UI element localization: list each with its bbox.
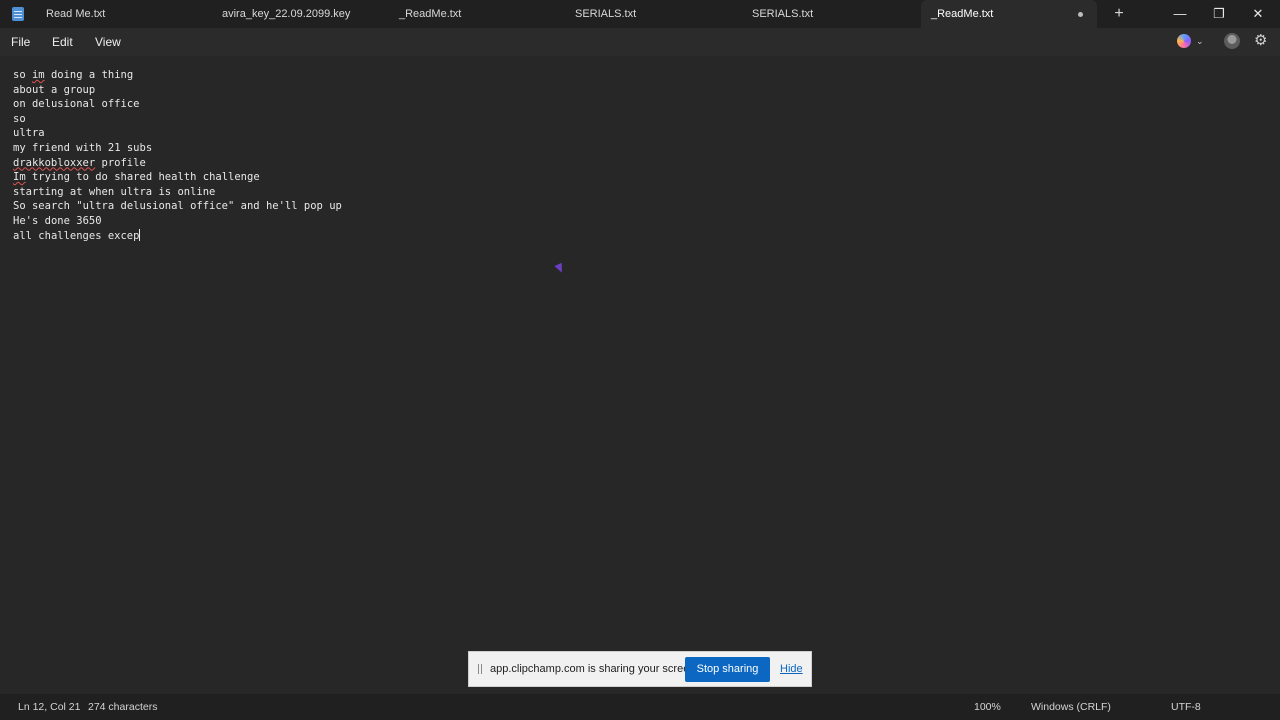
text-line-content: drakkobloxxer profile (13, 156, 146, 169)
text-line: ultra (13, 126, 342, 141)
drag-handle-icon[interactable] (478, 664, 482, 674)
copilot-icon[interactable] (1177, 34, 1191, 48)
text-line: so (13, 112, 342, 127)
text-caret (139, 228, 141, 241)
tab-label: _ReadMe.txt (399, 8, 462, 20)
notepad-icon (12, 7, 24, 21)
tab-serials-2[interactable]: SERIALS.txt (752, 0, 912, 28)
minimize-button[interactable]: — (1160, 0, 1200, 28)
text-line-content: He's done 3650 (13, 214, 102, 227)
tab-label: _ReadMe.txt (931, 8, 994, 20)
text-line: so im doing a thing (13, 68, 342, 83)
sharing-message: app.clipchamp.com is sharing your screen… (490, 663, 699, 675)
menu-edit[interactable]: Edit (52, 34, 73, 50)
menu-view[interactable]: View (95, 34, 121, 50)
chevron-down-icon[interactable]: ⌄ (1196, 33, 1204, 49)
tab-label: SERIALS.txt (575, 8, 637, 20)
new-tab-button[interactable]: + (1110, 4, 1128, 24)
editor-content[interactable]: so im doing a thing about a group on del… (13, 68, 342, 243)
text-line: So search "ultra delusional office" and … (13, 199, 342, 214)
misspelled-word: im (31, 69, 45, 81)
text-line-content: so (13, 112, 26, 125)
character-count: 274 characters (88, 701, 158, 713)
gear-icon[interactable]: ⚙ (1254, 32, 1267, 50)
text-line: He's done 3650 (13, 214, 342, 229)
text-line: my friend with 21 subs (13, 141, 342, 156)
tab-label: SERIALS.txt (752, 8, 814, 20)
text-line-content: Im trying to do shared health challenge (13, 171, 260, 184)
zoom-level[interactable]: 100% (974, 701, 1001, 714)
misspelled-word: Im (13, 171, 26, 184)
maximize-button[interactable]: ❐ (1199, 0, 1239, 28)
screen-sharing-bar: app.clipchamp.com is sharing your screen… (468, 651, 812, 687)
menu-bar: File Edit View (0, 28, 1280, 56)
text-line-content: So search "ultra delusional office" and … (13, 200, 342, 213)
tab-readme-underscore[interactable]: _ReadMe.txt (399, 0, 559, 28)
stop-sharing-button[interactable]: Stop sharing (685, 657, 770, 682)
encoding[interactable]: UTF-8 (1171, 701, 1201, 714)
line-ending[interactable]: Windows (CRLF) (1031, 701, 1111, 714)
title-bar: Read Me.txt avira_key_22.09.2099.key _Re… (0, 0, 1280, 28)
text-line: all challenges excep (13, 228, 342, 244)
tab-serials-1[interactable]: SERIALS.txt (575, 0, 735, 28)
text-line-content: ultra (13, 127, 45, 140)
close-button[interactable]: ✕ (1238, 0, 1278, 28)
unsaved-dot-icon[interactable] (1078, 12, 1083, 17)
tab-read-me[interactable]: Read Me.txt (46, 0, 206, 28)
text-line: about a group (13, 83, 342, 98)
text-line-content: my friend with 21 subs (13, 141, 153, 154)
text-line: on delusional office (13, 97, 342, 112)
menu-file[interactable]: File (11, 34, 30, 50)
text-line-content: on delusional office (13, 98, 140, 111)
text-editor[interactable]: so im doing a thing about a group on del… (0, 56, 1280, 694)
status-bar: Ln 12, Col 21 274 characters 100% Window… (0, 694, 1280, 720)
text-line: Im trying to do shared health challenge (13, 170, 342, 185)
text-line: drakkobloxxer profile (13, 156, 342, 171)
tab-label: avira_key_22.09.2099.key (222, 8, 351, 20)
hide-link[interactable]: Hide (780, 662, 803, 676)
text-line-content: about a group (13, 83, 96, 96)
text-line: starting at when ultra is online (13, 185, 342, 200)
tab-label: Read Me.txt (46, 8, 106, 20)
text-line-content: all challenges excep (13, 229, 140, 242)
text-line-content: starting at when ultra is online (13, 185, 216, 198)
avatar[interactable] (1224, 33, 1240, 49)
text-line-content: so im doing a thing (13, 69, 134, 81)
tab-avira-key[interactable]: avira_key_22.09.2099.key (222, 0, 382, 28)
misspelled-word: drakkobloxxer (13, 156, 96, 169)
cursor-position: Ln 12, Col 21 (18, 701, 81, 713)
tab-readme-active[interactable]: _ReadMe.txt (921, 0, 1097, 28)
